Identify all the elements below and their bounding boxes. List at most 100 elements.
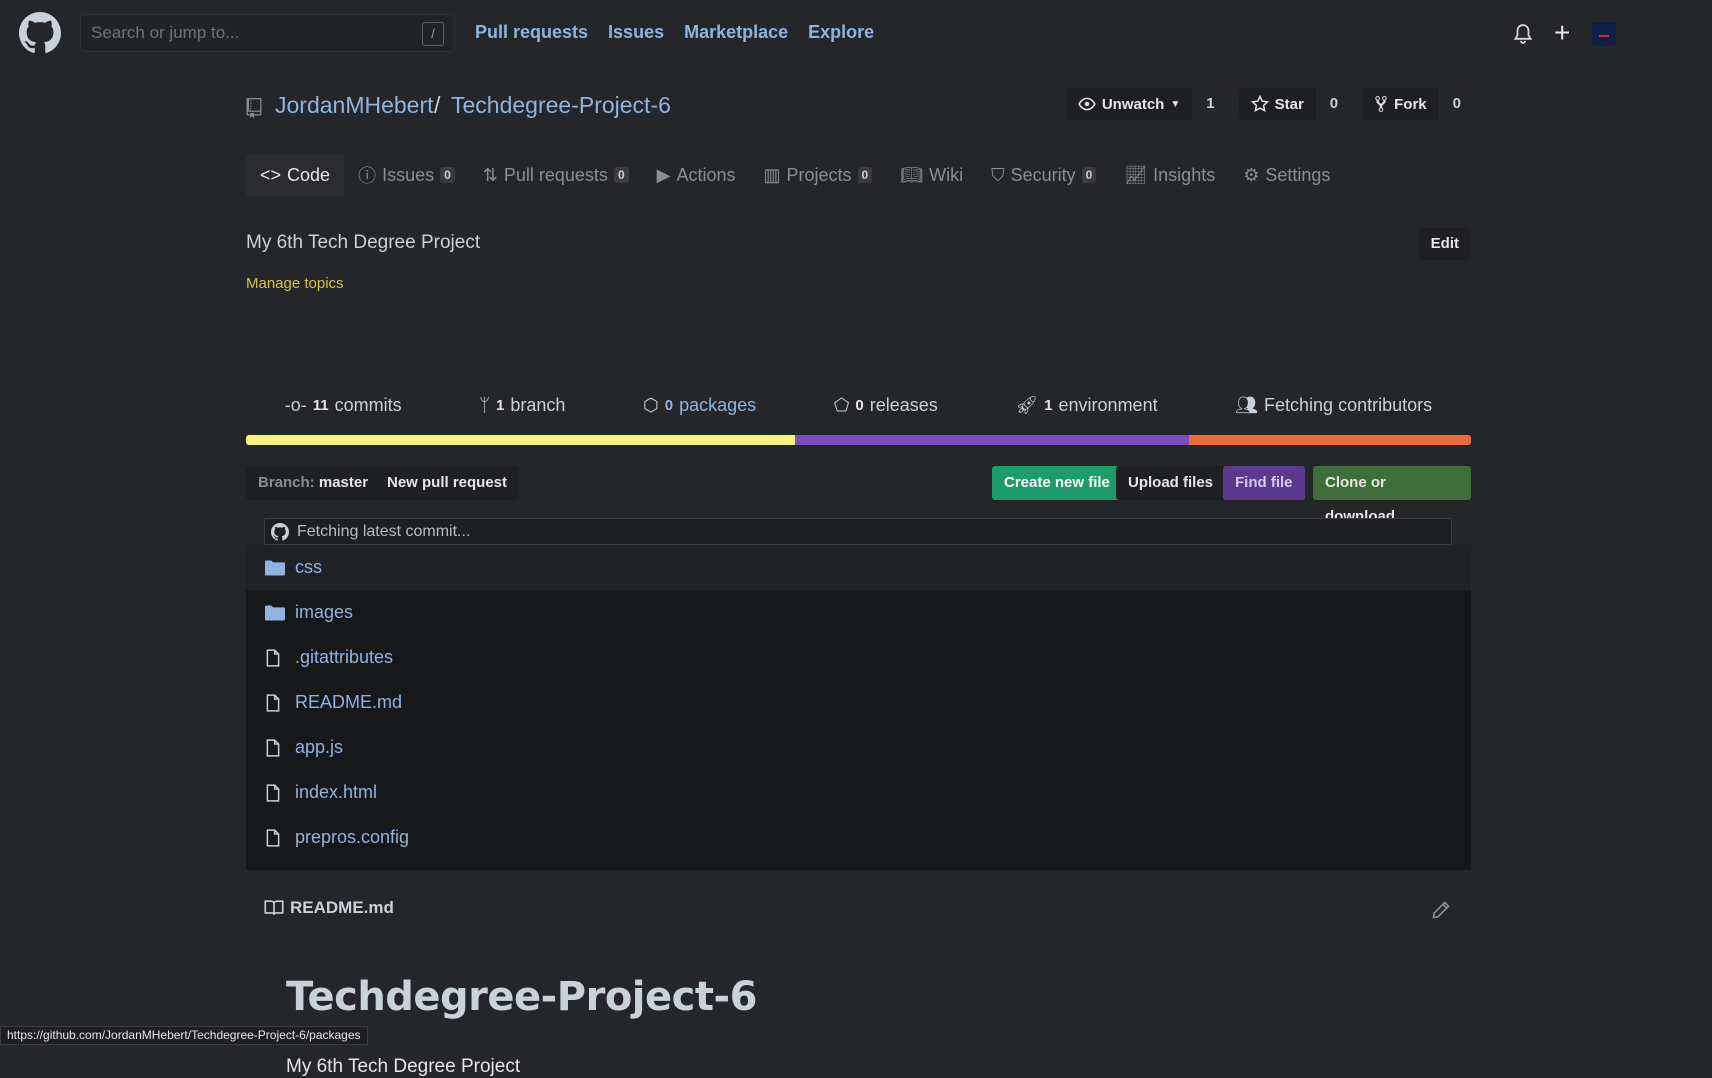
upload-files-button[interactable]: Upload files xyxy=(1116,466,1226,500)
search-box[interactable]: / xyxy=(80,14,455,52)
commits-label: commits xyxy=(334,394,402,415)
branch-label: branch xyxy=(510,394,566,415)
tab-code[interactable]: <> Code xyxy=(246,154,345,196)
branch-select-button[interactable]: Branch: master xyxy=(246,466,381,500)
create-new-file-button[interactable]: Create new file xyxy=(992,466,1122,500)
search-shortcut-key: / xyxy=(422,22,444,46)
search-input[interactable] xyxy=(91,23,391,43)
fork-icon xyxy=(1375,96,1387,112)
avatar[interactable] xyxy=(1592,22,1616,46)
manage-topics-link[interactable]: Manage topics xyxy=(246,275,344,292)
packages-label: packages xyxy=(679,394,757,415)
star-label: Star xyxy=(1274,95,1304,113)
file-row[interactable]: prepros.config xyxy=(246,815,1471,860)
file-icon xyxy=(265,738,287,757)
tab-issues[interactable]: ⓘ Issues 0 xyxy=(344,154,469,196)
clone-or-download-button[interactable]: Clone or download xyxy=(1313,466,1471,525)
file-row[interactable]: index.html xyxy=(246,770,1471,815)
tab-count-badge: 0 xyxy=(857,167,873,183)
project-icon: ▥ xyxy=(763,164,781,185)
nav-explore[interactable]: Explore xyxy=(808,22,874,43)
bell-icon[interactable] xyxy=(1512,22,1534,46)
tab-label: Settings xyxy=(1265,164,1331,185)
file-name-link[interactable]: css xyxy=(295,557,322,578)
branch-stat[interactable]: ᛘ 1 branch xyxy=(479,395,565,416)
tag-icon: ⬠ xyxy=(833,394,850,415)
releases-label: releases xyxy=(869,394,938,415)
pencil-icon[interactable] xyxy=(1431,900,1451,920)
file-row[interactable]: .gitattributes xyxy=(246,635,1471,680)
plus-icon[interactable]: + xyxy=(1554,19,1570,47)
tab-settings[interactable]: ⚙ Settings xyxy=(1229,154,1344,196)
readme-filename: README.md xyxy=(290,898,394,917)
readme-text: My 6th Tech Degree Project xyxy=(286,1056,521,1077)
fork-count[interactable]: 0 xyxy=(1438,88,1471,120)
nav-pull-requests[interactable]: Pull requests xyxy=(475,22,588,43)
file-name-link[interactable]: prepros.config xyxy=(295,827,409,848)
people-icon: 👥︎ xyxy=(1235,394,1259,415)
repo-path-separator: / xyxy=(434,92,441,118)
file-row[interactable]: images xyxy=(246,590,1471,635)
language-segment[interactable] xyxy=(794,435,1190,445)
find-file-button[interactable]: Find file xyxy=(1223,466,1305,500)
fork-button[interactable]: Fork 0 xyxy=(1362,88,1471,120)
nav-marketplace[interactable]: Marketplace xyxy=(684,22,788,43)
file-name-link[interactable]: .gitattributes xyxy=(295,647,393,668)
github-logo-icon[interactable] xyxy=(19,12,61,54)
book-icon: 📖︎ xyxy=(900,164,924,185)
file-name-link[interactable]: README.md xyxy=(295,692,402,713)
new-pull-request-button[interactable]: New pull request xyxy=(375,466,520,500)
file-row[interactable]: css xyxy=(246,545,1471,590)
tab-pull-requests[interactable]: ⇅ Pull requests 0 xyxy=(469,154,643,196)
star-count[interactable]: 0 xyxy=(1315,88,1349,120)
tab-wiki[interactable]: 📖︎ Wiki xyxy=(886,154,977,196)
packages-stat[interactable]: ⬡ 0 packages xyxy=(643,395,756,416)
folder-icon xyxy=(265,560,287,576)
tab-projects[interactable]: ▥ Projects 0 xyxy=(750,154,887,196)
tab-insights[interactable]: 📈︎ Insights xyxy=(1110,154,1229,196)
nav-issues[interactable]: Issues xyxy=(608,22,664,43)
star-icon xyxy=(1250,95,1269,113)
repo-description: My 6th Tech Degree Project xyxy=(246,232,481,253)
graph-icon: 📈︎ xyxy=(1124,164,1148,185)
play-icon: ▶ xyxy=(656,164,671,185)
watch-count[interactable]: 1 xyxy=(1192,88,1225,120)
file-row[interactable]: README.md xyxy=(246,680,1471,725)
tab-security[interactable]: ⛉ Security 0 xyxy=(977,154,1110,196)
repo-owner-link[interactable]: JordanMHebert xyxy=(275,92,434,119)
tab-actions[interactable]: ▶ Actions xyxy=(643,154,750,196)
environment-label: environment xyxy=(1058,394,1158,415)
package-icon: ⬡ xyxy=(643,394,659,415)
folder-icon xyxy=(265,605,287,621)
star-button[interactable]: Star 0 xyxy=(1238,88,1349,120)
eye-icon xyxy=(1078,97,1096,111)
branch-count: 1 xyxy=(496,396,505,414)
file-name-link[interactable]: index.html xyxy=(295,782,377,803)
releases-stat[interactable]: ⬠ 0 releases xyxy=(834,395,938,416)
site-header: / Pull requests Issues Marketplace Explo… xyxy=(0,0,1712,68)
branch-prefix: Branch: xyxy=(258,474,315,491)
repo-tabs: <> Code ⓘ Issues 0 ⇅ Pull requests 0 ▶ Actions… xyxy=(246,154,1344,196)
file-name-link[interactable]: images xyxy=(295,602,353,623)
repo-icon xyxy=(246,98,262,118)
tab-label: Pull requests xyxy=(503,164,608,185)
status-bar-url: https://github.com/JordanMHebert/Techdeg… xyxy=(0,1026,368,1045)
commits-stat[interactable]: -o- 11 commits xyxy=(285,395,402,416)
file-row[interactable]: app.js xyxy=(246,725,1471,770)
language-segment[interactable] xyxy=(1189,435,1471,445)
commit-icon: -o- xyxy=(284,394,307,415)
repo-actions: Unwatch ▼ 1 Star 0 Fork 0 xyxy=(1065,88,1471,120)
file-name-link[interactable]: app.js xyxy=(295,737,343,758)
language-segment[interactable] xyxy=(246,435,795,445)
global-nav: Pull requests Issues Marketplace Explore xyxy=(475,22,874,43)
tab-count-badge: 0 xyxy=(613,167,629,183)
file-actions-row: Branch: master New pull request Create n… xyxy=(246,466,1471,525)
repo-name-link[interactable]: Techdegree-Project-6 xyxy=(451,92,671,119)
watch-button[interactable]: Unwatch ▼ 1 xyxy=(1065,88,1225,120)
language-bar[interactable] xyxy=(246,435,1471,445)
environment-stat[interactable]: 🚀︎ 1 environment xyxy=(1015,395,1157,416)
rocket-icon: 🚀︎ xyxy=(1015,394,1039,415)
edit-description-button[interactable]: Edit xyxy=(1418,228,1471,260)
code-icon: <> xyxy=(260,164,282,185)
dropdown-caret-icon: ▼ xyxy=(1170,98,1181,110)
